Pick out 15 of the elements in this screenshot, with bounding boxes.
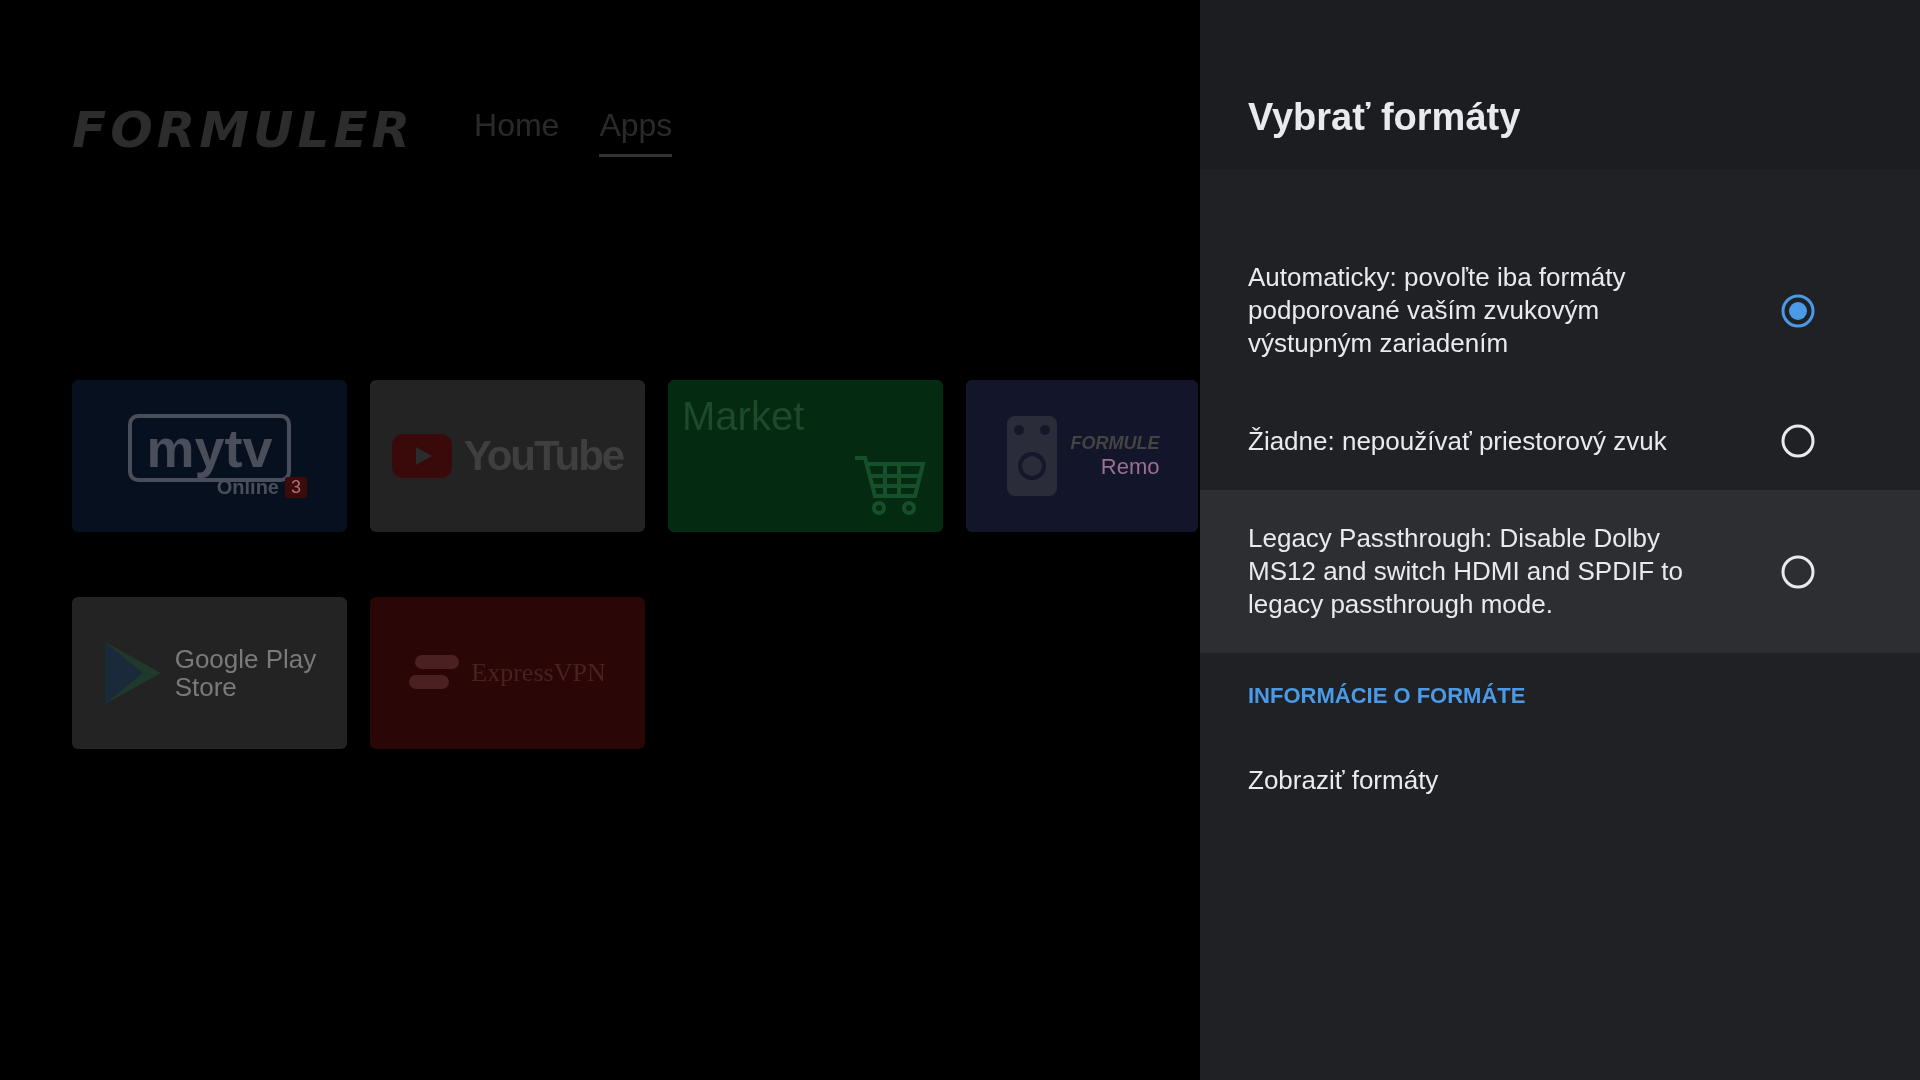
play-triangle-icon — [102, 640, 163, 706]
play-icon — [391, 434, 452, 478]
app-name: Google Play Store — [174, 645, 317, 701]
app-name: Remo — [1100, 453, 1160, 480]
remote-control-icon — [1004, 414, 1059, 498]
menu-item[interactable]: Zobraziť formáty — [1200, 709, 1920, 796]
radio-option[interactable]: Automaticky: povoľte iba formáty podporované vaším zvukovým výstupným zariadením — [1200, 229, 1920, 392]
play-store-tile[interactable]: Google Play Store — [72, 597, 347, 749]
radio-option[interactable]: Žiadne: nepoužívať priestorový zvuk — [1200, 392, 1920, 490]
version-badge: 3 — [285, 476, 307, 498]
radio-option[interactable]: Legacy Passthrough: Disable Dolby MS12 and switch HDMI and SPDIF to legacy passthrough mode. — [1200, 490, 1920, 653]
vpn-logo-icon — [409, 655, 460, 691]
section-header: INFORMÁCIE O FORMÁTE — [1247, 682, 1527, 709]
panel-title: Vybrať formáty — [1248, 96, 1522, 139]
app-logo-text: mytv — [128, 413, 291, 482]
